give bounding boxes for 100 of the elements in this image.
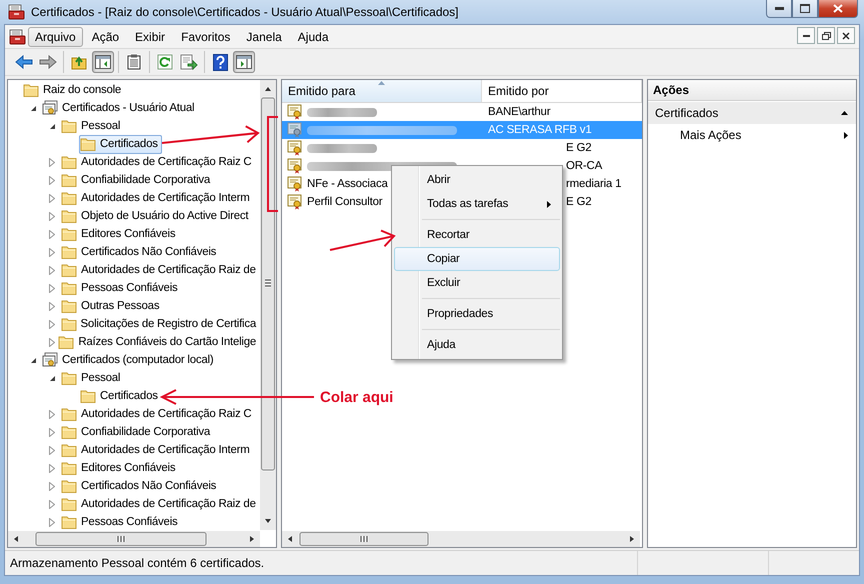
minimize-button[interactable] <box>797 27 815 44</box>
clipboard-icon[interactable] <box>127 54 141 70</box>
console-tree-icon[interactable] <box>95 55 111 69</box>
tree-item[interactable]: Pessoas Confiáveis <box>60 512 182 531</box>
tree-item[interactable]: Certificados Não Confiáveis <box>60 242 220 262</box>
expand-arrow-icon[interactable] <box>49 194 55 202</box>
tree-item[interactable]: Pessoas Confiáveis <box>60 278 182 298</box>
expand-arrow-icon[interactable] <box>49 482 55 490</box>
menu-item[interactable]: Recortar <box>394 223 560 247</box>
restore-button[interactable] <box>817 27 835 44</box>
tree-item[interactable]: Objeto de Usuário do Active Direct <box>60 206 252 226</box>
tree-item[interactable]: Autoridades de Certificação Raiz C <box>60 152 256 172</box>
expand-arrow-icon[interactable] <box>49 464 55 472</box>
tree-item[interactable]: Autoridades de Certificação Raiz de <box>60 260 260 280</box>
menu-item[interactable]: Favoritos <box>174 26 238 46</box>
collapse-arrow-icon[interactable] <box>30 104 37 112</box>
menu-item[interactable]: Propriedades <box>394 302 560 326</box>
folder-icon <box>61 497 77 511</box>
expand-arrow-icon[interactable] <box>49 518 55 526</box>
maximize-icon <box>800 4 810 13</box>
tree-item[interactable]: Pessoal <box>60 116 124 136</box>
folder-icon <box>61 407 77 421</box>
expand-arrow-icon[interactable] <box>49 338 55 346</box>
tree-item[interactable]: Confiabilidade Corporativa <box>60 170 214 190</box>
expand-arrow-icon[interactable] <box>49 500 55 508</box>
collapse-arrow-icon[interactable] <box>30 356 37 364</box>
back-arrow-icon[interactable] <box>15 55 33 69</box>
menu-item[interactable]: Ajuda <box>394 333 560 357</box>
tree-item[interactable]: Certificados Não Confiáveis <box>60 476 220 496</box>
tree-item[interactable]: Outras Pessoas <box>60 296 164 316</box>
folder-icon <box>61 209 77 223</box>
tree-item[interactable]: Editores Confiáveis <box>60 224 180 244</box>
menu-item[interactable]: Excluir <box>394 271 560 295</box>
expand-arrow-icon[interactable] <box>49 320 55 328</box>
tree-item[interactable]: Raiz do console <box>22 80 126 100</box>
folder-icon <box>61 173 77 187</box>
menu-item[interactable]: Arquivo <box>28 26 83 46</box>
expand-arrow-icon[interactable] <box>49 212 55 220</box>
tree-item[interactable]: Certificados (computador local) <box>41 350 218 370</box>
collapse-arrow-icon[interactable] <box>49 374 56 382</box>
horizontal-scrollbar[interactable] <box>282 531 640 547</box>
certificate-store-icon <box>42 352 58 368</box>
expand-arrow-icon[interactable] <box>49 428 55 436</box>
menu-item[interactable]: Janela <box>239 26 289 46</box>
tree-item[interactable]: Certificados - Usuário Atual <box>41 98 198 118</box>
expand-arrow-icon[interactable] <box>49 176 55 184</box>
table-cell-text: AC SERASA RFB v1 <box>487 124 592 136</box>
menu-item[interactable]: Abrir <box>394 168 560 192</box>
collapse-arrow-icon[interactable] <box>841 111 848 115</box>
certificate-icon <box>287 194 303 210</box>
close-button[interactable] <box>818 0 858 18</box>
collapse-arrow-icon[interactable] <box>49 122 56 130</box>
menu-item[interactable]: Ação <box>84 26 126 46</box>
folder-icon <box>61 299 77 313</box>
tree-item[interactable]: Raízes Confiáveis do Cartão Intelige <box>57 332 260 352</box>
maximize-button[interactable] <box>792 0 818 18</box>
export-list-icon[interactable] <box>180 54 198 70</box>
tree-item[interactable]: Autoridades de Certificação Raiz C <box>60 404 256 424</box>
expand-arrow-icon[interactable] <box>49 446 55 454</box>
menu-item[interactable]: Todas as tarefas <box>394 192 560 216</box>
horizontal-scrollbar[interactable] <box>8 531 260 547</box>
tree-item[interactable]: Confiabilidade Corporativa <box>60 422 214 442</box>
tree-item[interactable]: Solicitações de Registro de Certifica <box>60 314 260 334</box>
tree-item[interactable]: Editores Confiáveis <box>60 458 180 478</box>
tree-item[interactable]: Pessoal <box>60 368 124 388</box>
menu-item[interactable]: Ajuda <box>290 26 336 46</box>
vertical-scrollbar[interactable] <box>260 80 276 530</box>
certificate-icon <box>287 176 303 192</box>
expand-arrow-icon[interactable] <box>49 410 55 418</box>
menu-item[interactable]: Copiar <box>394 247 560 271</box>
expand-arrow-icon[interactable] <box>49 248 55 256</box>
help-icon[interactable] <box>212 54 228 70</box>
minimize-button[interactable] <box>766 0 792 18</box>
folder-icon <box>58 335 74 349</box>
action-section[interactable]: Certificados <box>648 102 856 124</box>
tree-item[interactable]: Certificados <box>79 386 162 406</box>
tree-item[interactable]: Certificados <box>79 134 162 154</box>
expand-arrow-icon[interactable] <box>49 284 55 292</box>
table-cell: Perfil Consultor <box>307 196 382 208</box>
expand-arrow-icon[interactable] <box>49 302 55 310</box>
action-link[interactable]: Mais Ações <box>648 124 856 146</box>
tree-item[interactable]: Autoridades de Certificação Raiz de <box>60 494 260 514</box>
close-button[interactable] <box>837 27 855 44</box>
forward-arrow-icon[interactable] <box>39 55 57 69</box>
tree-item[interactable]: Autoridades de Certificação Interm <box>60 440 254 460</box>
expand-arrow-icon[interactable] <box>49 230 55 238</box>
refresh-icon[interactable] <box>157 54 173 70</box>
column-header[interactable]: Emitido para <box>282 80 482 102</box>
menu-item[interactable]: Exibir <box>128 26 172 46</box>
tree-item[interactable]: Autoridades de Certificação Interm <box>60 188 254 208</box>
certificate-store-icon <box>42 100 58 116</box>
folder-up-icon[interactable] <box>71 54 87 70</box>
expand-arrow-icon[interactable] <box>49 158 55 166</box>
folder-icon <box>61 515 77 529</box>
restore-icon <box>822 32 830 40</box>
status-text: Armazenamento Pessoal contém 6 certificados. <box>10 556 264 570</box>
action-pane-icon[interactable] <box>236 55 252 69</box>
expand-arrow-icon[interactable] <box>49 266 55 274</box>
column-header[interactable]: Emitido por <box>482 80 642 102</box>
annotation-label: Colar aqui <box>320 389 394 406</box>
